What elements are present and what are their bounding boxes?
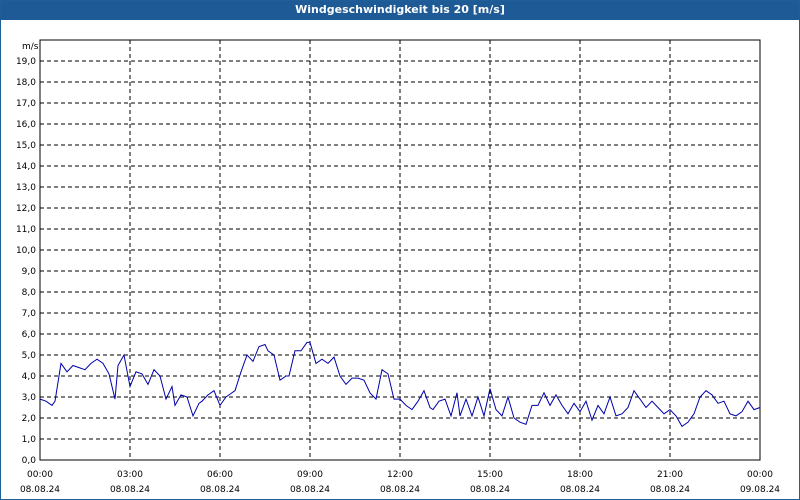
y-tick-label: 9,0 bbox=[22, 267, 37, 277]
x-tick-labels: 00:00 08.08.24 03:00 08.08.24 06:00 08.08.24 0… bbox=[20, 470, 780, 495]
y-tick-label: 4,0 bbox=[22, 372, 37, 382]
y-tick-label: 8,0 bbox=[22, 288, 37, 298]
x-tick-date: 08.08.24 bbox=[560, 485, 600, 495]
x-tick-time: 18:00 bbox=[567, 470, 593, 480]
y-tick-label: 16,0 bbox=[16, 120, 36, 130]
x-tick-date: 08.08.24 bbox=[290, 485, 330, 495]
y-tick-label: 11,0 bbox=[16, 225, 36, 235]
y-tick-label: 0,0 bbox=[22, 456, 37, 466]
y-tick-label: 5,0 bbox=[22, 351, 37, 361]
x-tick-date: 08.08.24 bbox=[650, 485, 690, 495]
y-tick-label: 6,0 bbox=[22, 330, 37, 340]
y-axis-label: m/s bbox=[22, 42, 39, 52]
y-tick-label: 3,0 bbox=[22, 393, 37, 403]
x-tick-time: 21:00 bbox=[657, 470, 683, 480]
x-tick-time: 15:00 bbox=[477, 470, 503, 480]
x-tick-time: 00:00 bbox=[747, 470, 773, 480]
y-tick-label: 17,0 bbox=[16, 99, 36, 109]
x-tick-date: 09.08.24 bbox=[740, 485, 780, 495]
x-tick-time: 06:00 bbox=[207, 470, 233, 480]
x-tick-date: 08.08.24 bbox=[110, 485, 150, 495]
y-tick-labels: 0,0 1,0 2,0 3,0 4,0 5,0 6,0 7,0 8,0 9,0 10,0 11,0 12… bbox=[16, 57, 36, 466]
x-tick-date: 08.08.24 bbox=[20, 485, 60, 495]
x-tick-date: 08.08.24 bbox=[470, 485, 510, 495]
x-tick-time: 00:00 bbox=[27, 470, 53, 480]
y-tick-label: 2,0 bbox=[22, 414, 37, 424]
y-tick-label: 14,0 bbox=[16, 162, 36, 172]
x-tick-date: 08.08.24 bbox=[380, 485, 420, 495]
y-tick-label: 12,0 bbox=[16, 204, 36, 214]
y-tick-label: 1,0 bbox=[22, 435, 37, 445]
y-tick-label: 18,0 bbox=[16, 78, 36, 88]
y-tick-label: 10,0 bbox=[16, 246, 36, 256]
y-tick-label: 15,0 bbox=[16, 141, 36, 151]
x-tick-time: 03:00 bbox=[117, 470, 143, 480]
x-tick-time: 12:00 bbox=[387, 470, 413, 480]
y-tick-label: 19,0 bbox=[16, 57, 36, 67]
x-tick-time: 09:00 bbox=[297, 470, 323, 480]
y-tick-label: 7,0 bbox=[22, 309, 37, 319]
grid-lines bbox=[40, 40, 760, 460]
y-tick-label: 13,0 bbox=[16, 183, 36, 193]
x-tick-date: 08.08.24 bbox=[200, 485, 240, 495]
chart-area: m/s 0,0 1,0 2,0 3,0 4,0 5,0 6,0 7,0 8,0 9,0 10,0 11… bbox=[16, 39, 780, 495]
